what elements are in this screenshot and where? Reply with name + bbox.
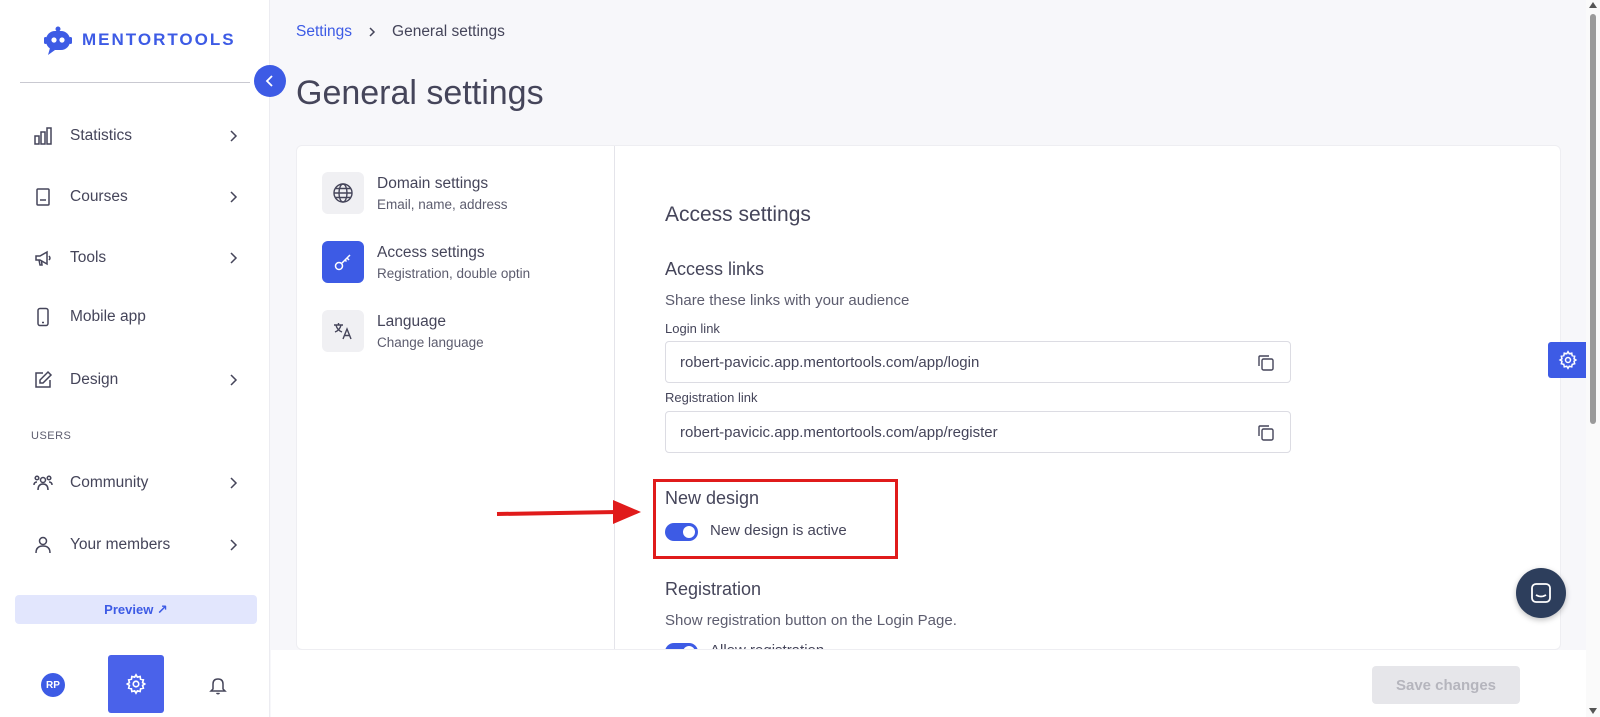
allow-registration-toggle[interactable] xyxy=(665,643,698,649)
logo-robot-icon xyxy=(44,26,72,55)
settings-card: Domain settings Email, name, address Acc… xyxy=(296,145,1561,650)
key-icon xyxy=(322,241,364,283)
divider xyxy=(614,146,615,649)
chat-button[interactable] xyxy=(1516,568,1566,618)
breadcrumb-current: General settings xyxy=(392,23,505,40)
settings-menu-subtitle: Registration, double optin xyxy=(377,266,531,281)
scrollbar[interactable] xyxy=(1586,0,1600,717)
sidebar-item-label: Community xyxy=(70,474,149,491)
book-icon xyxy=(32,186,54,208)
registration-link-value: robert-pavicic.app.mentortools.com/app/r… xyxy=(680,423,998,441)
sidebar-item-your-members[interactable]: Your members xyxy=(0,525,270,565)
logo[interactable]: MENTORTOOLS xyxy=(42,24,236,56)
logo-text: MENTORTOOLS xyxy=(82,30,236,49)
settings-menu-access[interactable]: Access settings Registration, double opt… xyxy=(322,241,612,285)
login-link-label: Login link xyxy=(665,321,720,336)
chevron-left-icon xyxy=(265,75,273,87)
avatar[interactable]: RP xyxy=(41,673,65,697)
settings-menu-subtitle: Email, name, address xyxy=(377,197,508,212)
sidebar-item-statistics[interactable]: Statistics xyxy=(0,116,270,156)
people-icon xyxy=(32,472,54,494)
access-links-heading: Access links xyxy=(665,259,765,279)
chevron-right-icon xyxy=(230,477,238,489)
person-icon xyxy=(32,534,54,556)
translate-icon xyxy=(322,310,364,352)
sidebar-item-courses[interactable]: Courses xyxy=(0,177,270,217)
sidebar-item-label: Design xyxy=(70,371,119,388)
sidebar-item-label: Mobile app xyxy=(70,308,146,325)
registration-heading: Registration xyxy=(665,579,762,599)
gear-icon xyxy=(125,673,147,695)
registration-link-field[interactable]: robert-pavicic.app.mentortools.com/app/r… xyxy=(665,411,1291,453)
page-title: General settings xyxy=(296,74,544,112)
chevron-right-icon xyxy=(369,27,376,37)
sidebar-item-community[interactable]: Community xyxy=(0,463,270,503)
divider xyxy=(20,82,250,83)
chevron-right-icon xyxy=(230,191,238,203)
chevron-right-icon xyxy=(230,374,238,386)
chevron-right-icon xyxy=(230,252,238,264)
save-button[interactable]: Save changes xyxy=(1372,666,1520,704)
sidebar-item-label: Your members xyxy=(70,536,171,553)
bar-chart-icon xyxy=(32,125,54,147)
scroll-down-arrow-icon[interactable] xyxy=(1589,708,1597,714)
settings-button[interactable] xyxy=(108,655,164,713)
annotation-arrow-icon xyxy=(496,500,641,524)
section-title: Access settings xyxy=(665,203,811,226)
breadcrumb-settings-link[interactable]: Settings xyxy=(296,23,352,41)
chevron-right-icon xyxy=(230,539,238,551)
phone-icon xyxy=(32,306,54,328)
registration-link-label: Registration link xyxy=(665,390,758,405)
globe-icon xyxy=(322,172,364,214)
registration-description: Show registration button on the Login Pa… xyxy=(665,612,957,629)
sidebar: MENTORTOOLS Statistics Courses Tools Mob… xyxy=(0,0,270,717)
sidebar-item-tools[interactable]: Tools xyxy=(0,238,270,278)
allow-registration-label: Allow registration xyxy=(710,642,824,649)
preview-button[interactable]: Preview ↗ xyxy=(15,595,257,624)
copy-icon[interactable] xyxy=(1256,423,1276,443)
sidebar-item-label: Statistics xyxy=(70,127,133,144)
settings-menu-title: Access settings xyxy=(377,244,485,261)
scroll-thumb[interactable] xyxy=(1590,14,1596,424)
sidebar-bottom-bar: RP xyxy=(0,645,270,717)
sidebar-item-label: Tools xyxy=(70,249,107,266)
section-label-users: USERS xyxy=(31,430,72,442)
sidebar-item-design[interactable]: Design xyxy=(0,360,270,400)
login-link-value: robert-pavicic.app.mentortools.com/app/l… xyxy=(680,353,980,371)
settings-menu-title: Domain settings xyxy=(377,175,489,192)
bell-icon xyxy=(209,678,227,695)
gear-icon xyxy=(1558,350,1578,370)
sidebar-item-mobile-app[interactable]: Mobile app xyxy=(0,297,270,337)
edit-icon xyxy=(32,369,54,391)
settings-menu-language[interactable]: Language Change language xyxy=(322,310,612,354)
login-link-field[interactable]: robert-pavicic.app.mentortools.com/app/l… xyxy=(665,341,1291,383)
collapse-sidebar-button[interactable] xyxy=(254,65,286,97)
settings-menu-subtitle: Change language xyxy=(377,335,484,350)
annotation-highlight-box xyxy=(653,479,898,559)
notifications-button[interactable] xyxy=(206,673,230,697)
chat-icon xyxy=(1531,583,1551,603)
megaphone-icon xyxy=(32,247,54,269)
access-links-description: Share these links with your audience xyxy=(665,292,910,309)
sidebar-item-label: Courses xyxy=(70,188,128,205)
copy-icon[interactable] xyxy=(1256,353,1276,373)
settings-menu-title: Language xyxy=(377,313,446,330)
settings-menu-domain[interactable]: Domain settings Email, name, address xyxy=(322,172,612,216)
scroll-up-arrow-icon[interactable] xyxy=(1589,2,1597,8)
breadcrumb: Settings General settings xyxy=(296,23,505,41)
chevron-right-icon xyxy=(230,130,238,142)
floating-settings-button[interactable] xyxy=(1548,342,1588,378)
